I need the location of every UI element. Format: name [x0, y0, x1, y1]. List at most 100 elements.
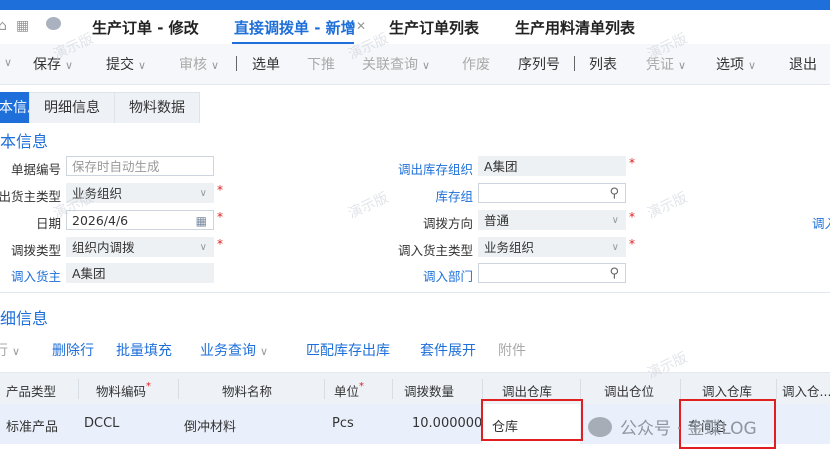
required-mark: * [629, 156, 635, 170]
in-dept-field[interactable]: ⚲ [478, 263, 626, 283]
search-icon[interactable]: ⚲ [609, 184, 619, 202]
cell-material-code[interactable]: DCCL [84, 416, 119, 431]
demo-watermark: 演示版 [346, 189, 391, 223]
business-query-dropdown-icon[interactable]: ∨ [260, 345, 268, 358]
required-mark: * [629, 237, 635, 251]
column-divider [482, 379, 483, 399]
column-divider [680, 379, 681, 399]
tab-production-order-list[interactable]: 生产订单列表 [389, 17, 479, 38]
toolbar-separator [574, 56, 575, 71]
app-top-bar [0, 0, 830, 10]
required-mark: * [359, 381, 365, 392]
submit-button[interactable]: 提交 ∨ [106, 54, 146, 74]
save-dropdown-icon[interactable]: ∨ [65, 59, 73, 72]
column-divider [580, 379, 581, 399]
column-divider [178, 379, 179, 399]
wechat-logo-icon [588, 416, 612, 437]
column-divider [324, 379, 325, 399]
batch-fill-button[interactable]: 批量填充 [116, 340, 172, 360]
void-button[interactable]: 作废 [462, 54, 490, 74]
apps-grid-icon[interactable]: ▦ [16, 18, 29, 34]
in-owner-type-select[interactable]: 业务组织 ∨ [478, 237, 626, 257]
tab-bom-list[interactable]: 生产用料清单列表 [515, 17, 635, 38]
add-row-button[interactable]: 行 ∨ [0, 340, 20, 360]
out-owner-type-label: 调出货主类型 [0, 189, 61, 204]
in-field-label-cut[interactable]: 调入 [812, 213, 830, 232]
calendar-icon[interactable]: ▦ [196, 211, 207, 229]
out-org-field[interactable]: A集团 [478, 156, 626, 176]
add-row-dropdown-icon[interactable]: ∨ [12, 345, 20, 358]
delete-row-button[interactable]: 删除行 [52, 340, 94, 360]
cell-product-type[interactable]: 标准产品 [6, 416, 58, 435]
stock-group-field[interactable]: ⚲ [478, 183, 626, 203]
col-in-location[interactable]: 调入仓... [782, 381, 830, 400]
col-out-location[interactable]: 调出仓位 [604, 381, 654, 400]
options-button[interactable]: 选项 ∨ [716, 54, 756, 74]
options-dropdown-icon[interactable]: ∨ [748, 59, 756, 72]
section-divider [0, 292, 830, 293]
required-mark: * [629, 210, 635, 224]
kit-expand-button[interactable]: 套件展开 [420, 340, 476, 360]
date-field[interactable]: 2026/4/6 ▦ [66, 210, 214, 230]
column-divider [78, 379, 79, 399]
cell-transfer-qty[interactable]: 10.000000 [412, 416, 482, 431]
select-bill-button[interactable]: 选单 [252, 54, 280, 74]
direction-select[interactable]: 普通 ∨ [478, 210, 626, 230]
serial-number-button[interactable]: 序列号 [518, 54, 560, 74]
in-owner-type-label: 调入货主类型 [397, 243, 473, 258]
direction-label: 调拨方向 [422, 216, 473, 231]
col-in-warehouse[interactable]: 调入仓库 [702, 381, 752, 400]
document-tab-bar: ⌂ ▦ 生产订单 - 修改 直接调拨单 - 新增 ✕ 生产订单列表 生产用料清单… [0, 10, 830, 45]
push-down-button[interactable]: 下推 [307, 54, 335, 74]
detail-info-title: 明细信息 [0, 309, 49, 328]
col-material-name[interactable]: 物料名称 [222, 381, 272, 400]
business-query-button[interactable]: 业务查询 ∨ [200, 340, 268, 360]
related-dropdown-icon[interactable]: ∨ [422, 59, 430, 72]
attachment-button[interactable]: 附件 [498, 340, 526, 360]
form-subtabs: 基本信息 明细信息 物料数据 [0, 92, 830, 124]
col-product-type[interactable]: 产品类型 [6, 381, 56, 400]
home-icon[interactable]: ⌂ [0, 18, 7, 34]
chevron-down-icon: ∨ [199, 188, 207, 199]
transfer-type-label: 调拨类型 [10, 243, 61, 258]
stock-group-label[interactable]: 库存组 [435, 186, 473, 205]
close-tab-icon[interactable]: ✕ [356, 19, 366, 33]
audit-dropdown-icon[interactable]: ∨ [211, 59, 219, 72]
required-mark: * [217, 210, 223, 224]
wechat-watermark: 公众号 · 金蝶LOG [588, 414, 757, 439]
in-dept-label[interactable]: 调入部门 [423, 266, 473, 285]
submit-dropdown-icon[interactable]: ∨ [138, 59, 146, 72]
bill-no-field[interactable]: 保存时自动生成 [66, 156, 214, 176]
required-mark: * [146, 381, 152, 392]
voucher-dropdown-icon[interactable]: ∨ [678, 59, 686, 72]
message-icon[interactable] [46, 17, 61, 30]
in-owner-field[interactable]: A集团 [66, 263, 214, 283]
match-stock-out-button[interactable]: 匹配库存出库 [306, 340, 390, 360]
toolbar-separator [236, 56, 237, 71]
tab-direct-transfer-new[interactable]: 直接调拨单 - 新增 [234, 17, 356, 38]
in-owner-label[interactable]: 调入货主 [11, 266, 61, 285]
cell-unit[interactable]: Pcs [332, 416, 354, 431]
chevron-down-icon: ∨ [611, 242, 619, 253]
tab-detail-info[interactable]: 明细信息 [29, 92, 115, 123]
required-mark: * [217, 237, 223, 251]
col-out-warehouse[interactable]: 调出仓库 [502, 381, 552, 400]
tab-production-order-edit[interactable]: 生产订单 - 修改 [92, 17, 199, 38]
list-button[interactable]: 列表 [589, 54, 617, 74]
cell-material-name[interactable]: 倒冲材料 [184, 416, 236, 435]
col-material-code[interactable]: 物料编码* [96, 381, 151, 400]
out-org-label[interactable]: 调出库存组织 [398, 159, 473, 178]
audit-button[interactable]: 审核 ∨ [179, 54, 219, 74]
tab-material-data[interactable]: 物料数据 [114, 92, 200, 123]
transfer-type-select[interactable]: 组织内调拨 ∨ [66, 237, 214, 257]
highlight-box-out-warehouse [481, 399, 583, 441]
main-toolbar: ∨ 保存 ∨ 提交 ∨ 审核 ∨ 选单 下推 关联查询 ∨ 作废 序列号 列表 凭证 ∨ … [0, 44, 830, 85]
wechat-watermark-text: 公众号 · 金蝶LOG [620, 419, 757, 439]
exit-button[interactable]: 退出 [789, 54, 817, 74]
col-transfer-qty[interactable]: 调拨数量 [404, 381, 454, 400]
related-query-button[interactable]: 关联查询 ∨ [362, 54, 430, 74]
toolbar-left-chevron[interactable]: ∨ [0, 54, 12, 70]
chevron-down-icon: ∨ [199, 242, 207, 253]
col-unit[interactable]: 单位* [334, 381, 364, 400]
search-icon[interactable]: ⚲ [609, 264, 619, 282]
